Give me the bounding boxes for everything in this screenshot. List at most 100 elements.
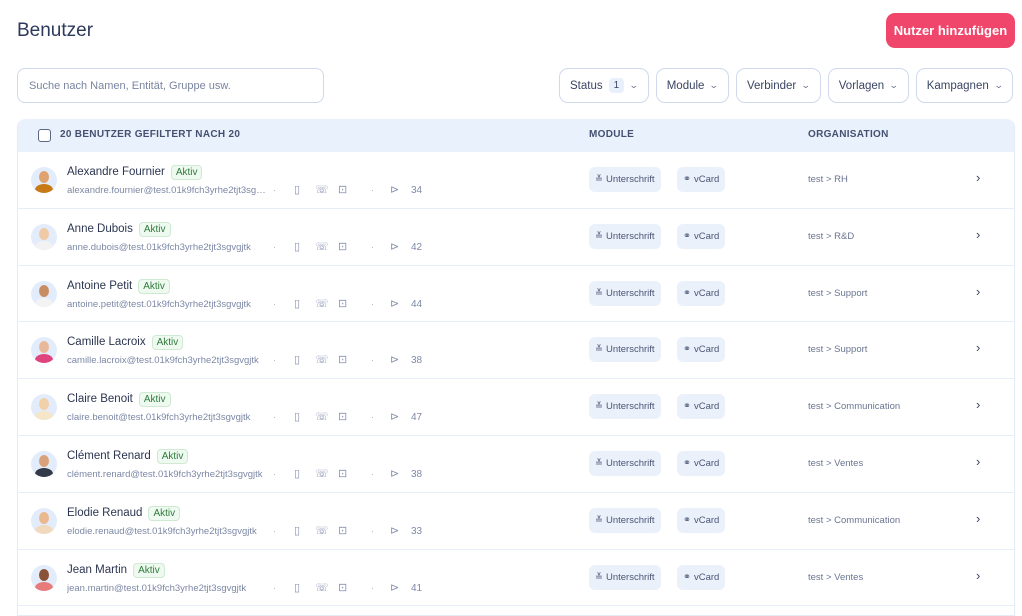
click-icon: ⊳ [390,524,400,537]
module-vcard[interactable]: ⚭ vCard [677,223,726,249]
briefcase-icon: ⊡ [338,581,348,594]
user-name-line: Camille Lacroix Aktiv [67,335,184,351]
mobile-icon: ▯ [294,524,301,537]
table-row[interactable]: Jean Martin Aktiv jean.martin@test.01k9fc… [18,550,1014,607]
user-email: antoine.petit@test.01k9fch3yrhe2tjt3sgvg… [67,298,251,310]
chevron-right-icon[interactable]: › [976,454,980,469]
briefcase-icon: ⊡ [338,297,348,310]
user-name-line: Jean Martin Aktiv [67,562,165,578]
avatar [31,223,57,250]
chevron-down-icon: ⌄ [629,80,639,90]
filter-vorlagen[interactable]: Vorlagen ⌄ [827,68,909,103]
organisation: test > RH [808,174,848,185]
module-vcard[interactable]: ⚭ vCard [677,564,726,590]
module-signature[interactable]: ≚ Unterschrift [589,337,661,363]
chevron-down-icon: ⌄ [801,80,811,90]
module-label: vCard [693,514,720,526]
filter-verbinder[interactable]: Verbinder ⌄ [735,68,821,103]
module-vcard[interactable]: ⚭ vCard [677,337,726,363]
module-label: Unterschrift [605,174,655,185]
status-badge: Aktiv [151,335,184,351]
user-name-line: Antoine Petit Aktiv [67,278,170,294]
separator-dot: · [273,355,276,366]
organisation: test > Support [808,287,868,299]
add-user-button[interactable]: Nutzer hinzufügen [886,13,1015,48]
module-label: Unterschrift [605,571,655,583]
module-signature[interactable]: ≚ Unterschrift [589,280,661,306]
separator-dot: · [273,185,276,195]
separator-dot: · [371,298,374,309]
phone-icon: ☏ [315,411,329,424]
module-signature[interactable]: ≚ Unterschrift [589,167,661,192]
table-row[interactable]: Anne Dubois Aktiv anne.dubois@test.01k9fc… [18,209,1014,266]
vcard-icon: ⚭ [683,230,691,242]
phone-icon: ☏ [315,524,329,537]
module-signature[interactable]: ≚ Unterschrift [589,564,661,590]
click-count: 47 [411,412,423,424]
click-icon: ⊳ [390,184,400,196]
module-signature[interactable]: ≚ Unterschrift [589,394,661,420]
vcard-icon: ⚭ [683,571,691,583]
chevron-right-icon[interactable]: › [976,511,980,526]
module-vcard[interactable]: ⚭ vCard [677,450,726,476]
module-label: vCard [693,287,720,299]
filter-status[interactable]: Status 1 ⌄ [559,68,649,103]
signature-icon: ≚ [595,457,603,469]
table-row[interactable]: Alexandre Fournier Aktiv alexandre.fourni… [18,152,1014,209]
mobile-icon: ▯ [294,240,301,253]
user-email: anne.dubois@test.01k9fch3yrhe2tjt3sgvgjt… [67,241,251,253]
table-row[interactable]: Camille Lacroix Aktiv camille.lacroix@tes… [18,322,1014,380]
separator-dot: · [273,468,276,479]
header-users: 20 BENUTZER GEFILTERT NACH 20 [60,129,241,140]
module-label: vCard [693,174,720,185]
phone-icon: ☏ [315,184,329,196]
click-icon: ⊳ [390,411,400,424]
organisation: test > Ventes [808,571,864,583]
organisation: test > R&D [808,230,855,242]
organisation: test > Ventes [808,457,864,469]
user-name-line: Clément Renard Aktiv [67,448,189,464]
table-row[interactable]: Elodie Renaud Aktiv elodie.renaud@test.01… [18,493,1014,550]
module-signature[interactable]: ≚ Unterschrift [589,223,661,249]
filter-module[interactable]: Module ⌄ [655,68,729,103]
table-row[interactable]: Clément Renard Aktiv clément.renard@test.… [18,436,1014,493]
chevron-right-icon[interactable]: › [976,397,980,412]
vcard-icon: ⚭ [683,401,691,413]
separator-dot: · [371,468,374,479]
status-badge: Aktiv [148,505,181,521]
chevron-right-icon[interactable]: › [976,340,980,355]
chevron-right-icon[interactable]: › [976,284,980,299]
filter-kampagnen[interactable]: Kampagnen ⌄ [915,68,1014,103]
module-signature[interactable]: ≚ Unterschrift [589,450,661,476]
signature-icon: ≚ [595,401,603,413]
separator-dot: · [371,582,374,593]
select-all-checkbox[interactable] [38,129,51,142]
module-signature[interactable]: ≚ Unterschrift [589,507,661,533]
vcard-icon: ⚭ [683,287,691,299]
table-row[interactable]: Antoine Petit Aktiv antoine.petit@test.01… [18,266,1014,323]
user-email: camille.lacroix@test.01k9fch3yrhe2tjt3sg… [67,355,259,367]
chevron-down-icon: ⌄ [709,80,720,90]
module-vcard[interactable]: ⚭ vCard [677,394,726,420]
table-body: Alexandre Fournier Aktiv alexandre.fourni… [18,152,1014,607]
chevron-right-icon[interactable]: › [976,170,980,185]
chevron-right-icon[interactable]: › [976,568,980,583]
organisation: test > Support [808,344,868,356]
user-name: Alexandre Fournier [67,166,165,178]
module-label: Unterschrift [605,514,655,526]
user-name: Elodie Renaud [67,506,143,519]
chevron-right-icon[interactable]: › [976,227,980,242]
search-input[interactable] [17,68,324,103]
module-vcard[interactable]: ⚭ vCard [677,507,726,533]
filter-label: Status [570,79,603,92]
table-row[interactable]: Claire Benoit Aktiv claire.benoit@test.01… [18,379,1014,436]
vcard-icon: ⚭ [683,174,691,185]
phone-icon: ☏ [315,467,329,480]
separator-dot: · [273,525,276,536]
separator-dot: · [371,525,374,536]
module-vcard[interactable]: ⚭ vCard [677,167,726,192]
vcard-icon: ⚭ [683,457,691,469]
module-vcard[interactable]: ⚭ vCard [677,280,726,306]
click-icon: ⊳ [390,581,400,594]
click-count: 42 [411,241,423,253]
